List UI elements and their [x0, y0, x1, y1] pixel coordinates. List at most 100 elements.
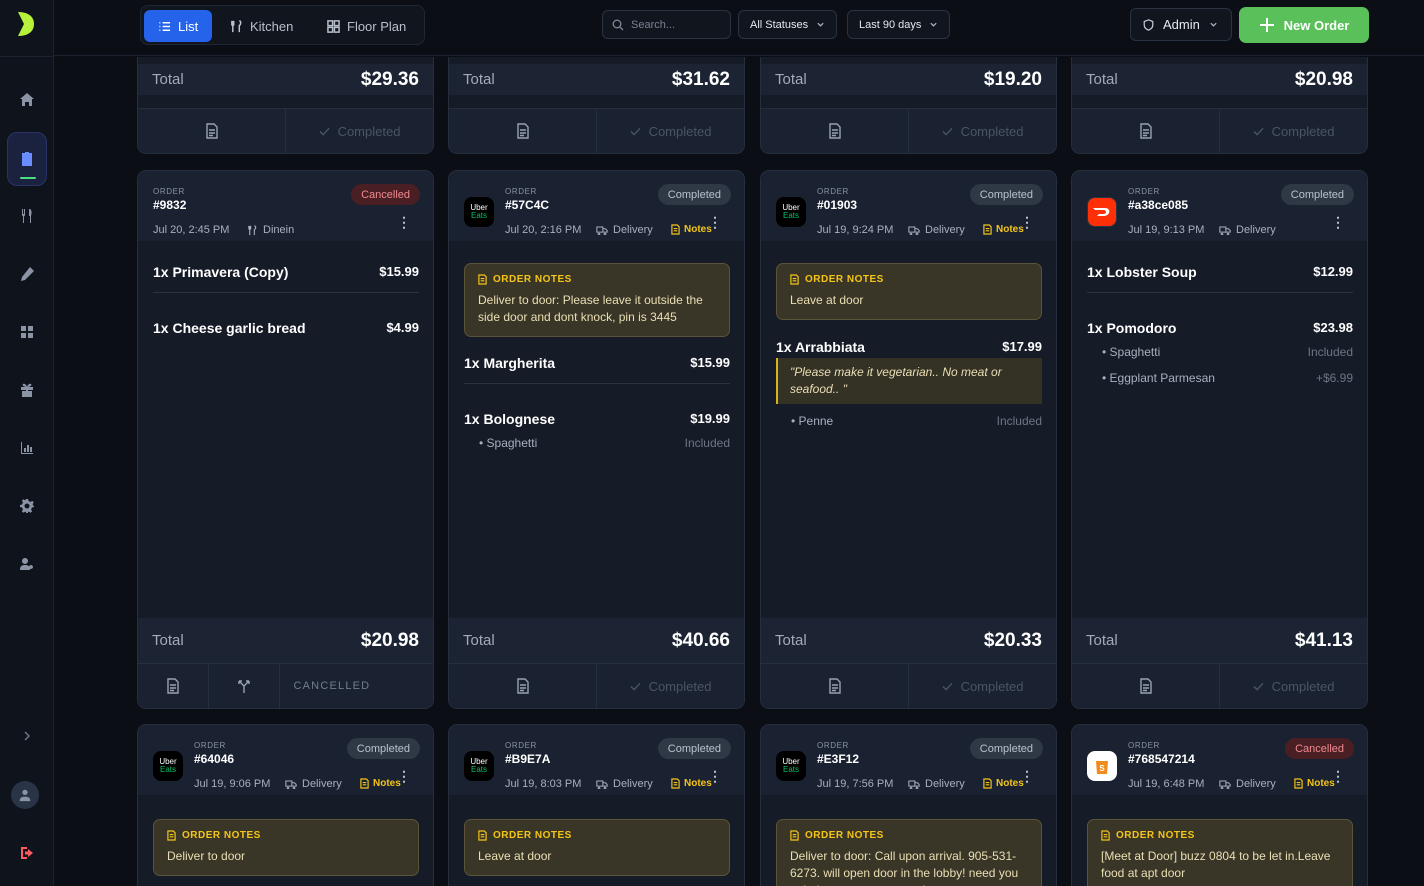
sidebar-item-gift[interactable]	[7, 370, 47, 410]
order-mode-label: Delivery	[925, 778, 965, 790]
item-name: 1x Lobster Soup	[1087, 264, 1197, 280]
order-card[interactable]: Total $29.36 Completed	[137, 57, 434, 154]
receipt-button[interactable]	[138, 664, 209, 708]
receipt-button[interactable]	[1072, 109, 1220, 153]
tab-kitchen[interactable]: Kitchen	[216, 10, 307, 42]
complete-button[interactable]: Completed	[286, 109, 433, 153]
receipt-button[interactable]	[761, 664, 909, 708]
more-options-button[interactable]: ⋮	[1020, 215, 1034, 229]
receipt-button[interactable]	[1072, 664, 1220, 708]
order-card[interactable]: ORDER #a38ce085 Jul 19, 9:13 PM Delivery Com…	[1071, 170, 1368, 709]
tab-list[interactable]: List	[144, 10, 213, 42]
chevron-down-icon	[817, 22, 824, 27]
order-card[interactable]: ORDER #768547214 Jul 19, 6:48 PM Delivery S C…	[1071, 724, 1368, 886]
status-filter-dropdown[interactable]: All Statuses	[738, 10, 838, 39]
user-icon	[19, 789, 31, 802]
total-row: Total $19.20	[761, 64, 1056, 95]
order-id: #57C4C	[505, 198, 550, 212]
receipt-button[interactable]	[449, 664, 597, 708]
total-row: Total $20.98	[1072, 64, 1367, 95]
complete-button[interactable]: Completed	[909, 109, 1056, 153]
sidebar-item-orders[interactable]	[7, 132, 47, 186]
order-item: 1x Primavera (Copy) $15.99	[153, 264, 419, 280]
logout-button[interactable]	[7, 833, 47, 873]
sidebar-item-settings[interactable]	[7, 486, 47, 526]
sidebar-expand-button[interactable]	[7, 716, 47, 756]
complete-button[interactable]: Completed	[1220, 109, 1367, 153]
order-card[interactable]: ORDER #B9E7A Jul 19, 8:03 PM Delivery Uber Ea…	[448, 724, 745, 886]
search-input[interactable]	[631, 18, 721, 31]
order-card[interactable]: Total $19.20 Completed	[760, 57, 1057, 154]
order-notes-heading: ORDER NOTES	[493, 274, 572, 285]
notes-tag[interactable]: Notes	[671, 224, 712, 235]
status-badge: Cancelled	[351, 184, 420, 205]
more-options-button[interactable]: ⋮	[1331, 769, 1345, 783]
status-badge: Cancelled	[1285, 738, 1354, 759]
search-box[interactable]	[602, 10, 731, 39]
sidebar-item-staff[interactable]	[7, 544, 47, 584]
receipt-icon	[516, 678, 529, 694]
user-avatar[interactable]	[11, 781, 39, 809]
more-options-button[interactable]: ⋮	[397, 215, 411, 229]
complete-button[interactable]: Completed	[1220, 664, 1367, 708]
more-options-button[interactable]: ⋮	[397, 769, 411, 783]
item-price: $4.99	[386, 320, 419, 335]
sidebar-item-grid[interactable]	[7, 312, 47, 352]
order-card[interactable]: ORDER #01903 Jul 19, 9:24 PM Delivery Uber Ea…	[760, 170, 1057, 709]
notes-tag[interactable]: Notes	[1294, 778, 1335, 789]
notes-tag[interactable]: Notes	[360, 778, 401, 789]
more-options-button[interactable]: ⋮	[1020, 769, 1034, 783]
order-card[interactable]: Total $20.98 Completed	[1071, 57, 1368, 154]
complete-label: Completed	[1271, 678, 1335, 694]
notes-tag[interactable]: Notes	[671, 778, 712, 789]
sidebar-item-analytics[interactable]	[7, 428, 47, 468]
order-card[interactable]: ORDER #E3F12 Jul 19, 7:56 PM Delivery Uber Ea…	[760, 724, 1057, 886]
complete-button[interactable]: Completed	[597, 109, 744, 153]
sidebar-item-menu[interactable]	[7, 196, 47, 236]
order-card[interactable]: ORDER #64046 Jul 19, 9:06 PM Delivery Uber Ea…	[137, 724, 434, 886]
order-card[interactable]: ORDER #57C4C Jul 20, 2:16 PM Delivery Uber Ea…	[448, 170, 745, 709]
order-card[interactable]: Total $31.62 Completed	[448, 57, 745, 154]
receipt-button[interactable]	[761, 109, 909, 153]
receipt-button[interactable]	[138, 109, 286, 153]
analytics-icon	[21, 442, 33, 454]
complete-button[interactable]: Completed	[909, 664, 1056, 708]
note-icon	[478, 274, 487, 285]
tab-floor-plan[interactable]: Floor Plan	[313, 10, 420, 42]
total-amount: $20.98	[360, 629, 419, 651]
more-options-button[interactable]: ⋮	[1331, 215, 1345, 229]
order-mode: Delivery	[908, 778, 965, 790]
card-actions: Completed	[449, 108, 744, 153]
order-mode: Delivery	[908, 224, 965, 236]
admin-dropdown[interactable]: Admin	[1130, 8, 1232, 41]
date-filter-dropdown[interactable]: Last 90 days	[847, 10, 951, 39]
status-badge: Completed	[969, 184, 1043, 205]
order-card[interactable]: ORDER #9832 Jul 20, 2:45 PM Dinein Cancelled…	[137, 170, 434, 709]
more-options-button[interactable]: ⋮	[708, 769, 722, 783]
svg-text:S: S	[1099, 764, 1105, 773]
order-id: #a38ce085	[1128, 198, 1189, 212]
split-button[interactable]	[209, 664, 280, 708]
notes-tag[interactable]: Notes	[983, 778, 1024, 789]
order-notes-heading: ORDER NOTES	[805, 830, 884, 841]
skip-logo: S	[1087, 751, 1117, 781]
check-icon	[319, 127, 330, 136]
complete-button[interactable]: Completed	[597, 664, 744, 708]
item-price: $17.99	[1002, 339, 1042, 354]
top-bar: List Kitchen Floor Plan All Statuses Las…	[54, 0, 1424, 56]
new-order-button[interactable]: New Order	[1239, 7, 1369, 43]
orders-icon	[22, 152, 32, 166]
chevron-down-icon	[1210, 22, 1217, 27]
order-mode-label: Delivery	[1236, 224, 1276, 236]
note-icon	[167, 830, 176, 841]
receipt-button[interactable]	[449, 109, 597, 153]
sidebar-divider	[0, 56, 54, 57]
notes-tag[interactable]: Notes	[983, 224, 1024, 235]
staff-icon	[20, 558, 33, 570]
item-price: $19.99	[690, 411, 730, 426]
sidebar-item-edit[interactable]	[7, 254, 47, 294]
item-modifier: • Eggplant Parmesan +$6.99	[1102, 371, 1353, 385]
sidebar-item-home[interactable]	[7, 80, 47, 120]
more-options-button[interactable]: ⋮	[708, 215, 722, 229]
app-logo[interactable]	[14, 10, 38, 38]
